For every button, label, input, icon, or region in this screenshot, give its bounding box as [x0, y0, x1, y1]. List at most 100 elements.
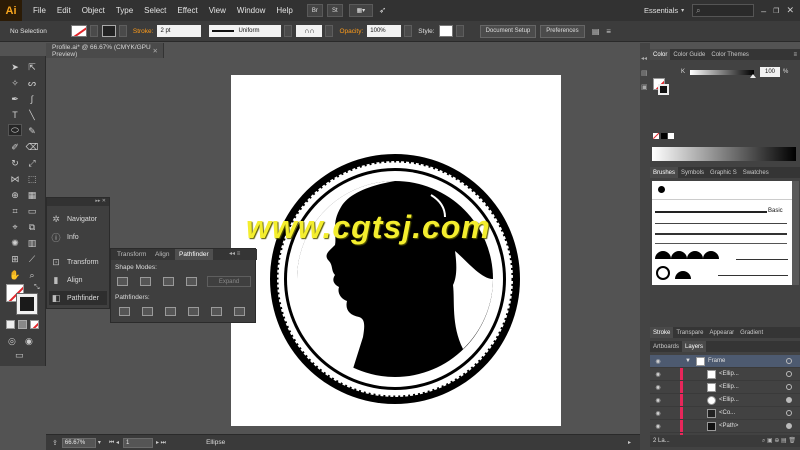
expand-triangle-icon[interactable]: ▼: [685, 358, 691, 364]
magic-wand-tool-icon[interactable]: ✧: [8, 77, 22, 89]
target-circle-icon[interactable]: [786, 397, 792, 403]
fill-dropdown-icon[interactable]: [89, 25, 98, 37]
document-tab[interactable]: Profile.ai* @ 66.67% (CMYK/GPU Preview) …: [46, 43, 164, 58]
tab-swatches[interactable]: Swatches: [740, 167, 772, 178]
pathfinder-panel-menu-icon[interactable]: ◂◂ ≡: [229, 250, 240, 257]
opacity-dropdown-icon[interactable]: [404, 25, 413, 37]
perspective-grid-tool-icon[interactable]: ▦: [25, 189, 39, 201]
menu-file[interactable]: File: [33, 6, 46, 15]
layer-row-frame[interactable]: ◉ ▼ Frame: [650, 355, 800, 368]
tab-artboards[interactable]: Artboards: [650, 341, 682, 352]
tab-symbols[interactable]: Symbols: [678, 167, 707, 178]
exclude-button[interactable]: [186, 277, 197, 286]
dock-expand-icon[interactable]: ◂◂: [641, 55, 649, 63]
tab-color-themes[interactable]: Color Themes: [708, 49, 752, 60]
opacity-label[interactable]: Opacity:: [339, 28, 363, 35]
screen-mode-icon[interactable]: ▭: [15, 350, 24, 361]
k-slider-track[interactable]: [690, 70, 754, 75]
minus-front-button[interactable]: [140, 277, 151, 286]
zoom-tool-icon[interactable]: ⌕: [25, 269, 39, 281]
first-artboard-icon[interactable]: ⏮ ◂: [109, 439, 119, 447]
visibility-eye-icon[interactable]: ◉: [653, 384, 663, 391]
selection-tool-icon[interactable]: ➤: [8, 61, 22, 73]
tab-stroke[interactable]: Stroke: [650, 327, 674, 338]
none-mode-icon[interactable]: [30, 320, 39, 329]
maximize-icon[interactable]: ❐: [773, 7, 779, 15]
stroke-weight-input[interactable]: 2 pt: [157, 25, 202, 37]
line-segment-tool-icon[interactable]: ╲: [25, 109, 39, 121]
tab-pathfinder[interactable]: Pathfinder: [175, 249, 213, 260]
trim-button[interactable]: [142, 307, 153, 316]
dock-icon-2[interactable]: ▣: [641, 83, 649, 91]
width-tool-icon[interactable]: ⋈: [8, 173, 22, 185]
slice-tool-icon[interactable]: ⟋: [25, 253, 39, 265]
panel-align[interactable]: ▮ Align: [51, 273, 83, 287]
artboard[interactable]: [231, 75, 561, 426]
artboard-number-input[interactable]: 1: [122, 437, 153, 448]
tab-align[interactable]: Align: [151, 249, 173, 260]
color-stroke-swatch[interactable]: [658, 84, 669, 95]
close-tab-icon[interactable]: ✕: [153, 47, 158, 55]
draw-mode-icon[interactable]: ◎: [8, 336, 16, 347]
black-swatch[interactable]: [661, 133, 667, 139]
layer-row-ellipse-1[interactable]: ◉ <Ellip...: [650, 368, 800, 381]
tab-appearance[interactable]: Appearar: [706, 327, 737, 338]
blend-tool-icon[interactable]: ⧉: [25, 221, 39, 233]
tab-layers[interactable]: Layers: [682, 341, 707, 352]
scallop-brush-row-1[interactable]: [655, 247, 735, 261]
rotate-tool-icon[interactable]: ↻: [8, 157, 22, 169]
hand-tool-icon[interactable]: ✋: [8, 269, 22, 281]
layer-row-path[interactable]: ◉ <Path>: [650, 420, 800, 433]
color-spectrum-bar[interactable]: [652, 147, 796, 161]
paintbrush-tool-icon[interactable]: ✎: [25, 125, 39, 137]
menu-help[interactable]: Help: [276, 6, 292, 15]
panel-info[interactable]: ⓘ Info: [51, 230, 78, 244]
close-icon[interactable]: ✕: [786, 5, 794, 16]
outline-button[interactable]: [211, 307, 222, 316]
menu-object[interactable]: Object: [82, 6, 105, 15]
white-swatch[interactable]: [668, 133, 674, 139]
menu-window[interactable]: Window: [237, 6, 265, 15]
brushes-list[interactable]: Basic: [652, 181, 792, 285]
visibility-eye-icon[interactable]: ◉: [653, 410, 663, 417]
dock-icon-1[interactable]: ▤: [641, 69, 649, 77]
panel-collapse-icon[interactable]: ▸▸ ✕: [47, 198, 109, 206]
color-mode-icon[interactable]: [6, 320, 15, 329]
target-circle-icon[interactable]: [786, 358, 792, 364]
shaper-tool-icon[interactable]: ✐: [8, 141, 22, 153]
brush-dropdown-icon[interactable]: [325, 25, 334, 37]
free-transform-tool-icon[interactable]: ⬚: [25, 173, 39, 185]
panel-menu-icon[interactable]: ≡: [603, 25, 615, 37]
brushes-scrollbar[interactable]: [792, 181, 799, 285]
brush-stroke-2[interactable]: [655, 223, 787, 224]
panel-pathfinder[interactable]: ◧ Pathfinder: [49, 291, 107, 305]
visibility-eye-icon[interactable]: ◉: [653, 371, 663, 378]
draw-inside-icon[interactable]: ◉: [25, 336, 33, 347]
merge-button[interactable]: [165, 307, 176, 316]
stroke-swatch[interactable]: [101, 25, 116, 37]
stroke-label[interactable]: Stroke:: [133, 28, 154, 35]
swap-fill-stroke-icon[interactable]: ⤡: [34, 284, 40, 292]
opacity-input[interactable]: 100%: [367, 25, 402, 37]
visibility-eye-icon[interactable]: ◉: [653, 358, 663, 365]
graphic-style-swatch[interactable]: [438, 25, 453, 37]
minus-back-button[interactable]: [234, 307, 245, 316]
zoom-dropdown-icon[interactable]: ▾: [98, 439, 101, 446]
stroke-color-swatch[interactable]: [16, 293, 38, 315]
curvature-tool-icon[interactable]: ∫: [25, 93, 39, 105]
intersect-button[interactable]: [163, 277, 174, 286]
gpu-performance-icon[interactable]: ➶: [379, 5, 393, 16]
document-setup-button[interactable]: Document Setup: [479, 24, 537, 38]
scallop-brush-row-2[interactable]: [655, 265, 715, 281]
shape-builder-tool-icon[interactable]: ⊕: [8, 189, 22, 201]
visibility-eye-icon[interactable]: ◉: [653, 397, 663, 404]
layer-row-ellipse-2[interactable]: ◉ <Ellip...: [650, 381, 800, 394]
k-slider-handle[interactable]: [750, 74, 756, 78]
eraser-tool-icon[interactable]: ⌫: [25, 141, 39, 153]
k-value-input[interactable]: 100: [760, 67, 780, 77]
scale-tool-icon[interactable]: ⤢: [25, 157, 39, 169]
symbol-sprayer-tool-icon[interactable]: ✺: [8, 237, 22, 249]
layer-footer-tools-icon[interactable]: ⌕ ▣ ⊕ ▤ 🗑: [762, 437, 796, 445]
target-circle-icon[interactable]: [786, 384, 792, 390]
gradient-mode-icon[interactable]: [18, 320, 27, 329]
